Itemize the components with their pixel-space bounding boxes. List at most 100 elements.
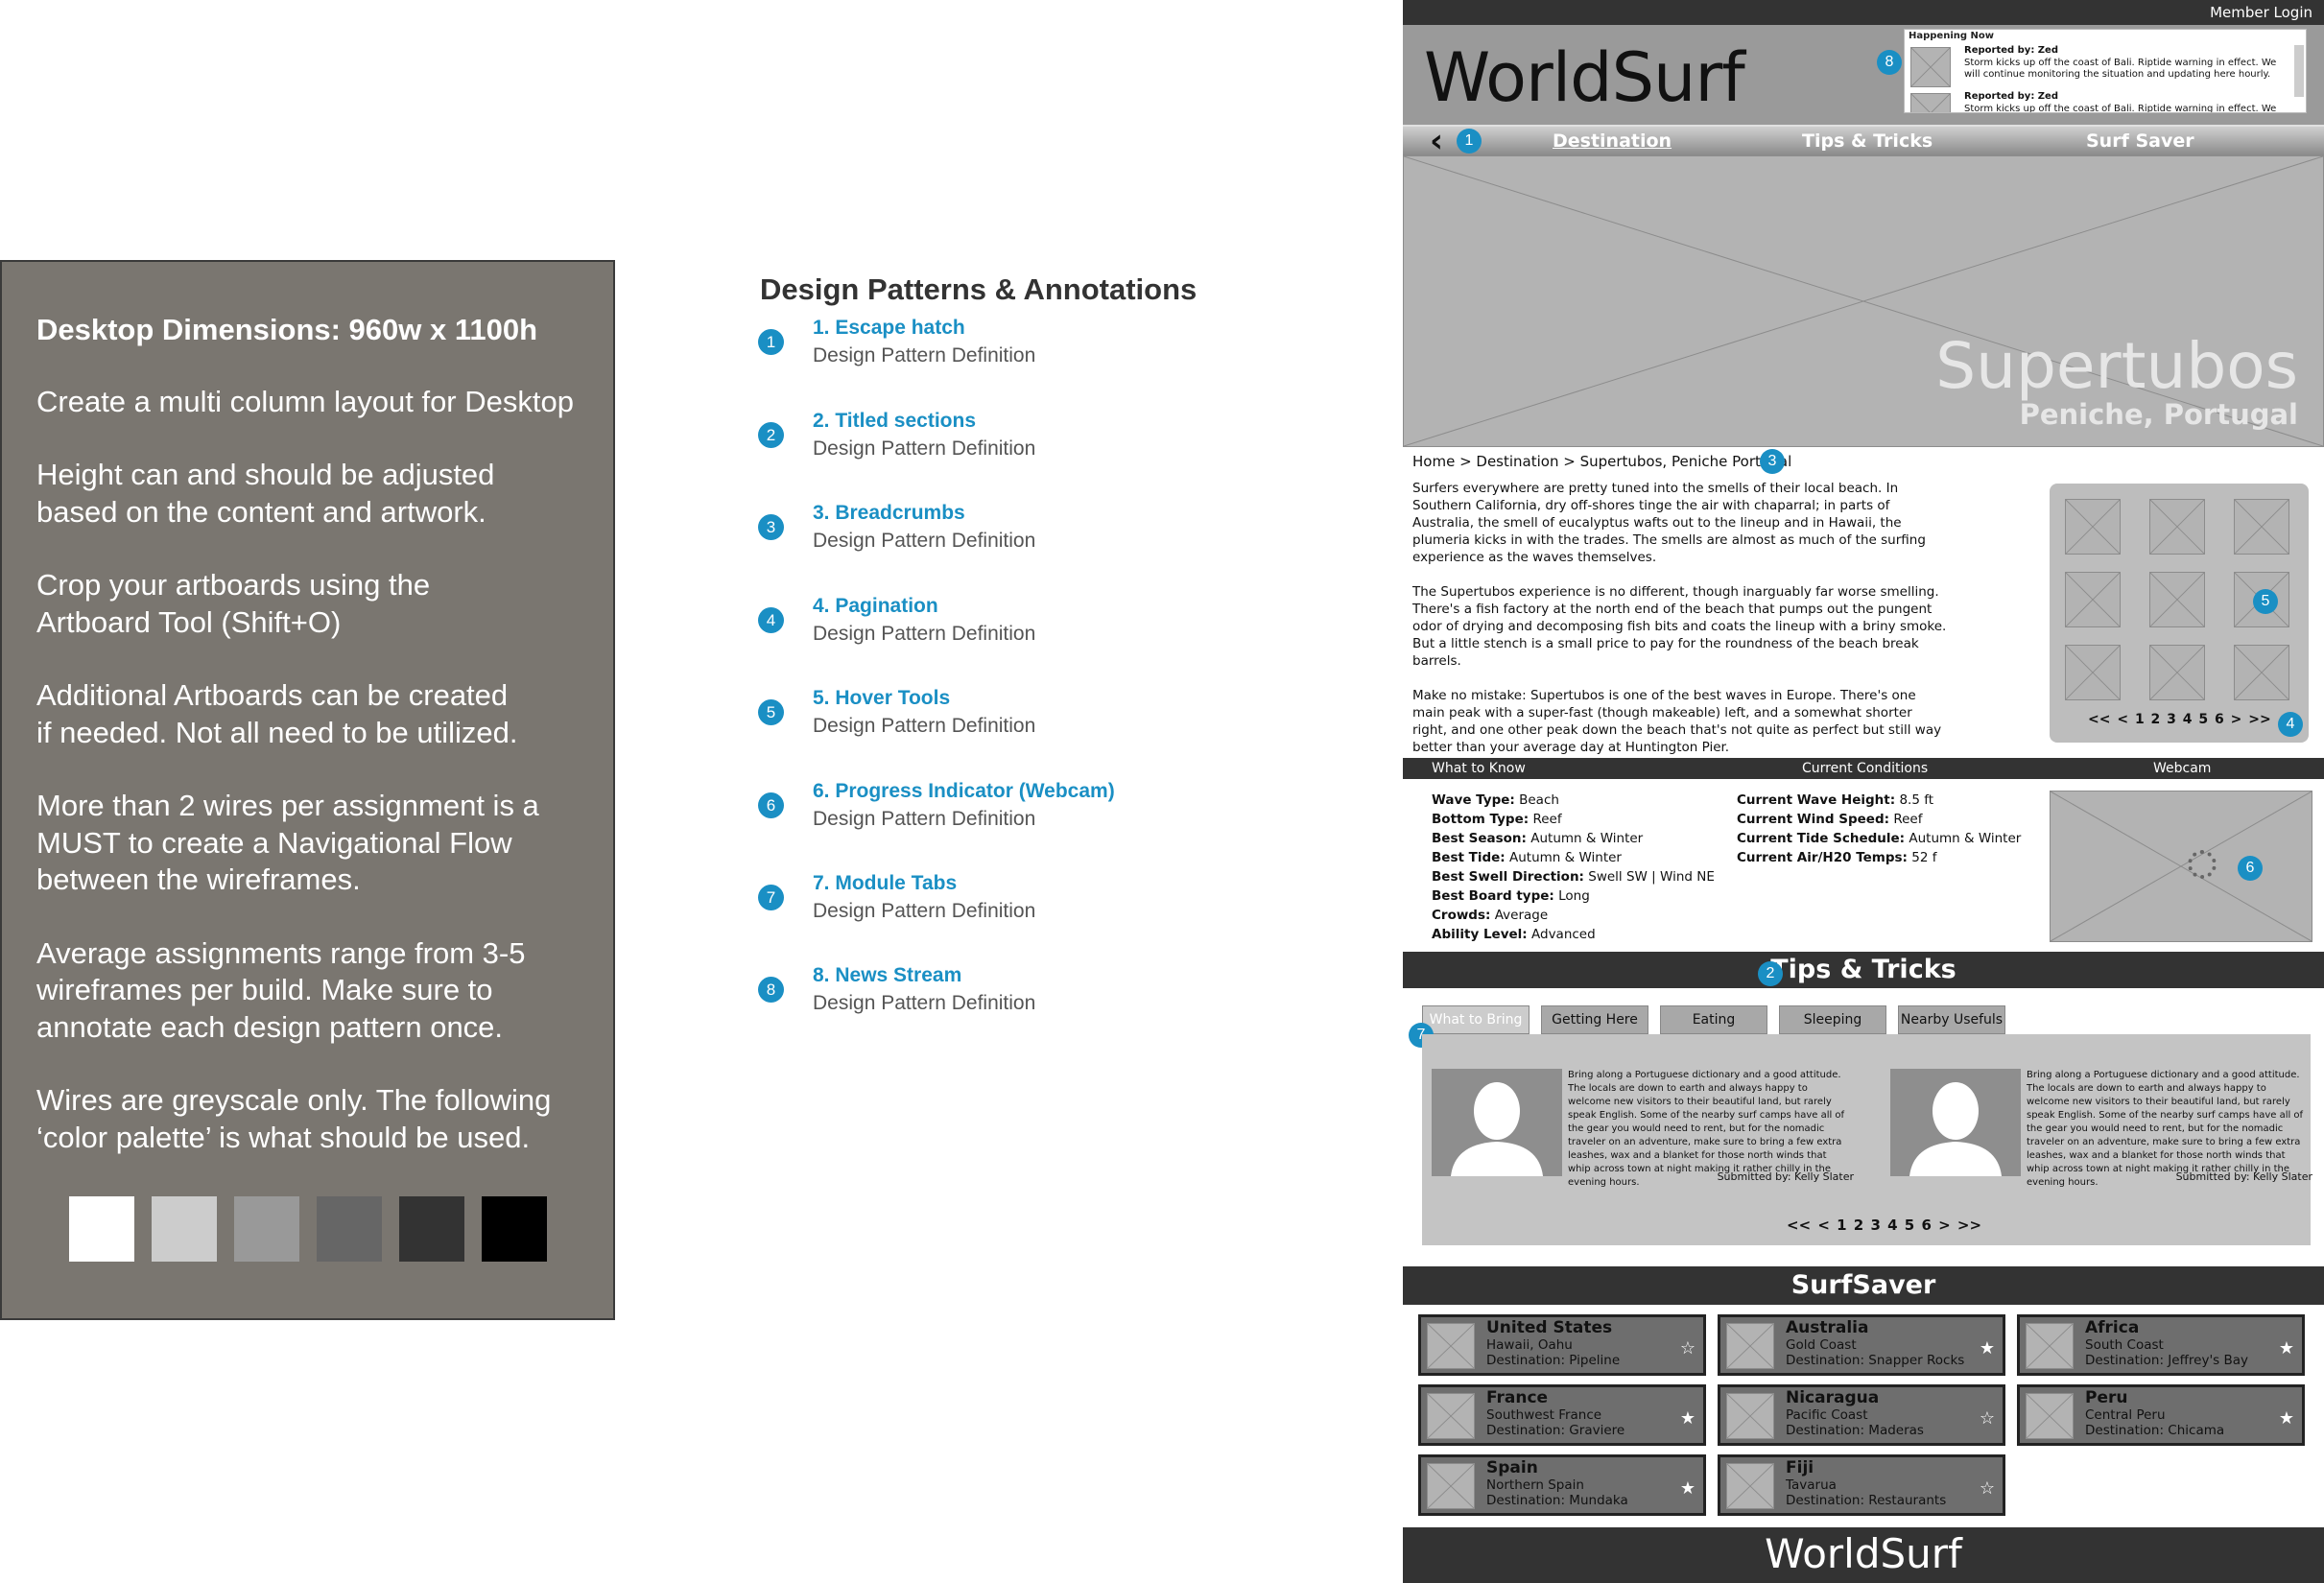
news-scrollbar[interactable] (2294, 45, 2304, 97)
module-tab[interactable]: What to Bring (1422, 1005, 1530, 1034)
saved-destination-card[interactable]: Peru Central Peru Destination: Chicama ★ (2017, 1384, 2305, 1446)
annotation-badge-8: 8 (1877, 50, 1902, 75)
info-header-webcam: Webcam (2153, 761, 2212, 776)
destination-name: Destination: Jeffrey's Bay (2085, 1353, 2249, 1368)
gallery-thumbnail[interactable] (2234, 499, 2289, 555)
hero-title: Supertubos (1935, 329, 2298, 403)
destination-country: Peru (2085, 1388, 2128, 1407)
module-tab[interactable]: Eating (1660, 1005, 1767, 1034)
news-item[interactable]: Reported by: Zed Storm kicks up off the … (1910, 45, 2294, 87)
info-label: Current Wind Speed: (1737, 812, 1890, 827)
destination-thumbnail (1427, 1463, 1475, 1509)
site-logo[interactable]: WorldSurf (1424, 38, 1745, 117)
destination-country: Fiji (1786, 1458, 1814, 1477)
annotation-definition: Design Pattern Definition (813, 808, 1036, 830)
site-header: WorldSurf 8 Happening Now Reported by: Z… (1403, 25, 2324, 125)
webcam-feed[interactable] (2050, 791, 2312, 942)
gallery-thumbnail[interactable] (2149, 645, 2205, 700)
favorite-star-icon[interactable]: ★ (1980, 1338, 1995, 1359)
news-item[interactable]: Reported by: Zed Storm kicks up off the … (1910, 91, 2294, 112)
info-row: Current Wave Height: 8.5 ft (1737, 792, 1933, 808)
destination-region: Hawaii, Oahu (1486, 1337, 1573, 1353)
news-thumbnail (1910, 93, 1951, 112)
destination-thumbnail (1427, 1323, 1475, 1369)
destination-region: Pacific Coast (1786, 1407, 1868, 1423)
news-reporter: Reported by: Zed (1964, 45, 2058, 56)
instructions-card: Desktop Dimensions: 960w x 1100h Create … (0, 260, 615, 1320)
nav-tab-surf-saver[interactable]: Surf Saver (2086, 130, 2194, 152)
annotation-definition: Design Pattern Definition (813, 900, 1036, 922)
annotation-number: 8 (758, 977, 784, 1003)
favorite-star-icon[interactable]: ★ (2279, 1338, 2294, 1359)
gallery-thumbnail[interactable] (2065, 645, 2121, 700)
annotation-number: 6 (758, 792, 784, 818)
annotation-title: 8. News Stream (813, 964, 962, 986)
annotation-number: 4 (758, 607, 784, 633)
destination-thumbnail (2026, 1323, 2074, 1369)
gallery-thumbnail[interactable] (2065, 499, 2121, 555)
favorite-star-icon[interactable]: ☆ (1980, 1408, 1995, 1429)
annotation-definition: Design Pattern Definition (813, 992, 1036, 1014)
saved-destination-card[interactable]: Nicaragua Pacific Coast Destination: Mader… (1718, 1384, 2005, 1446)
saved-destination-card[interactable]: United States Hawaii, Oahu Destination: Pi… (1418, 1314, 1706, 1376)
hero-image: Supertubos Peniche, Portugal (1403, 155, 2324, 447)
annotation-item: 6 6. Progress Indicator (Webcam) Design Pa… (758, 780, 1180, 847)
back-chevron-icon[interactable]: ‹ (1430, 125, 1443, 157)
module-tab[interactable]: Getting Here (1541, 1005, 1648, 1034)
annotation-number: 3 (758, 514, 784, 540)
info-row: Best Tide: Autumn & Winter (1432, 850, 1622, 865)
instruction-line: Wires are greyscale only. The following … (36, 1083, 552, 1154)
destination-thumbnail (1726, 1323, 1774, 1369)
info-label: Crowds: (1432, 908, 1491, 923)
palette-swatch (152, 1196, 217, 1262)
user-avatar-icon (1890, 1069, 2021, 1176)
tips-pagination[interactable]: << < 1 2 3 4 5 6 > >> (1787, 1217, 1981, 1234)
info-value: 52 f (1911, 850, 1937, 865)
breadcrumb[interactable]: Home > Destination > Supertubos, Peniche… (1412, 453, 1791, 470)
saved-destination-card[interactable]: Australia Gold Coast Destination: Snapper … (1718, 1314, 2005, 1376)
annotation-item: 5 5. Hover Tools Design Pattern Definition (758, 687, 1180, 754)
favorite-star-icon[interactable]: ★ (1680, 1408, 1696, 1429)
module-tab[interactable]: Sleeping (1779, 1005, 1886, 1034)
destination-country: United States (1486, 1318, 1613, 1337)
tips-title: Tips & Tricks (1770, 955, 1956, 984)
info-label: Best Season: (1432, 831, 1527, 846)
destination-name: Destination: Maderas (1786, 1423, 1924, 1438)
instruction-line: Height can and should be adjusted based … (36, 458, 495, 529)
saved-destination-card[interactable]: Spain Northern Spain Destination: Mundaka ★ (1418, 1454, 1706, 1516)
info-label: Best Tide: (1432, 850, 1506, 865)
destination-name: Destination: Graviere (1486, 1423, 1625, 1438)
favorite-star-icon[interactable]: ☆ (1980, 1478, 1995, 1499)
gallery-pagination[interactable]: << < 1 2 3 4 5 6 > >> (2088, 712, 2271, 727)
saved-destination-card[interactable]: Fiji Tavarua Destination: Restaurants ☆ (1718, 1454, 2005, 1516)
module-tab[interactable]: Nearby Usefuls (1898, 1005, 2005, 1034)
favorite-star-icon[interactable]: ☆ (1680, 1338, 1696, 1359)
annotations-title: Design Patterns & Annotations (760, 272, 1198, 306)
gallery-thumbnail[interactable] (2234, 645, 2289, 700)
info-value: Reef (1532, 812, 1562, 827)
annotation-number: 1 (758, 329, 784, 355)
nav-tab-tips[interactable]: Tips & Tricks (1802, 130, 1933, 152)
annotation-item: 8 8. News Stream Design Pattern Definition (758, 964, 1180, 1031)
annotation-badge-1: 1 (1457, 129, 1482, 154)
member-login-link[interactable]: Member Login (2210, 4, 2312, 21)
gallery-thumbnail[interactable] (2149, 572, 2205, 627)
intro-paragraph: The Supertubos experience is no differen… (1412, 584, 1947, 669)
saved-destination-card[interactable]: France Southwest France Destination: Gravi… (1418, 1384, 1706, 1446)
palette-swatch (482, 1196, 547, 1262)
info-value: Beach (1519, 792, 1559, 808)
destination-region: Central Peru (2085, 1407, 2166, 1423)
gallery-thumbnail[interactable] (2065, 572, 2121, 627)
annotation-number: 2 (758, 422, 784, 448)
destination-name: Destination: Pipeline (1486, 1353, 1621, 1368)
destination-thumbnail (1726, 1393, 1774, 1439)
info-value: Autumn & Winter (1509, 850, 1622, 865)
intro-paragraph: Make no mistake: Supertubos is one of th… (1412, 688, 1942, 755)
gallery-thumbnail[interactable] (2149, 499, 2205, 555)
info-label: Current Air/H20 Temps: (1737, 850, 1908, 865)
favorite-star-icon[interactable]: ★ (2279, 1408, 2294, 1429)
favorite-star-icon[interactable]: ★ (1680, 1478, 1696, 1499)
nav-tab-destination[interactable]: Destination (1553, 130, 1672, 152)
saved-destination-card[interactable]: Africa South Coast Destination: Jeffrey's … (2017, 1314, 2305, 1376)
destination-country: Nicaragua (1786, 1388, 1880, 1407)
